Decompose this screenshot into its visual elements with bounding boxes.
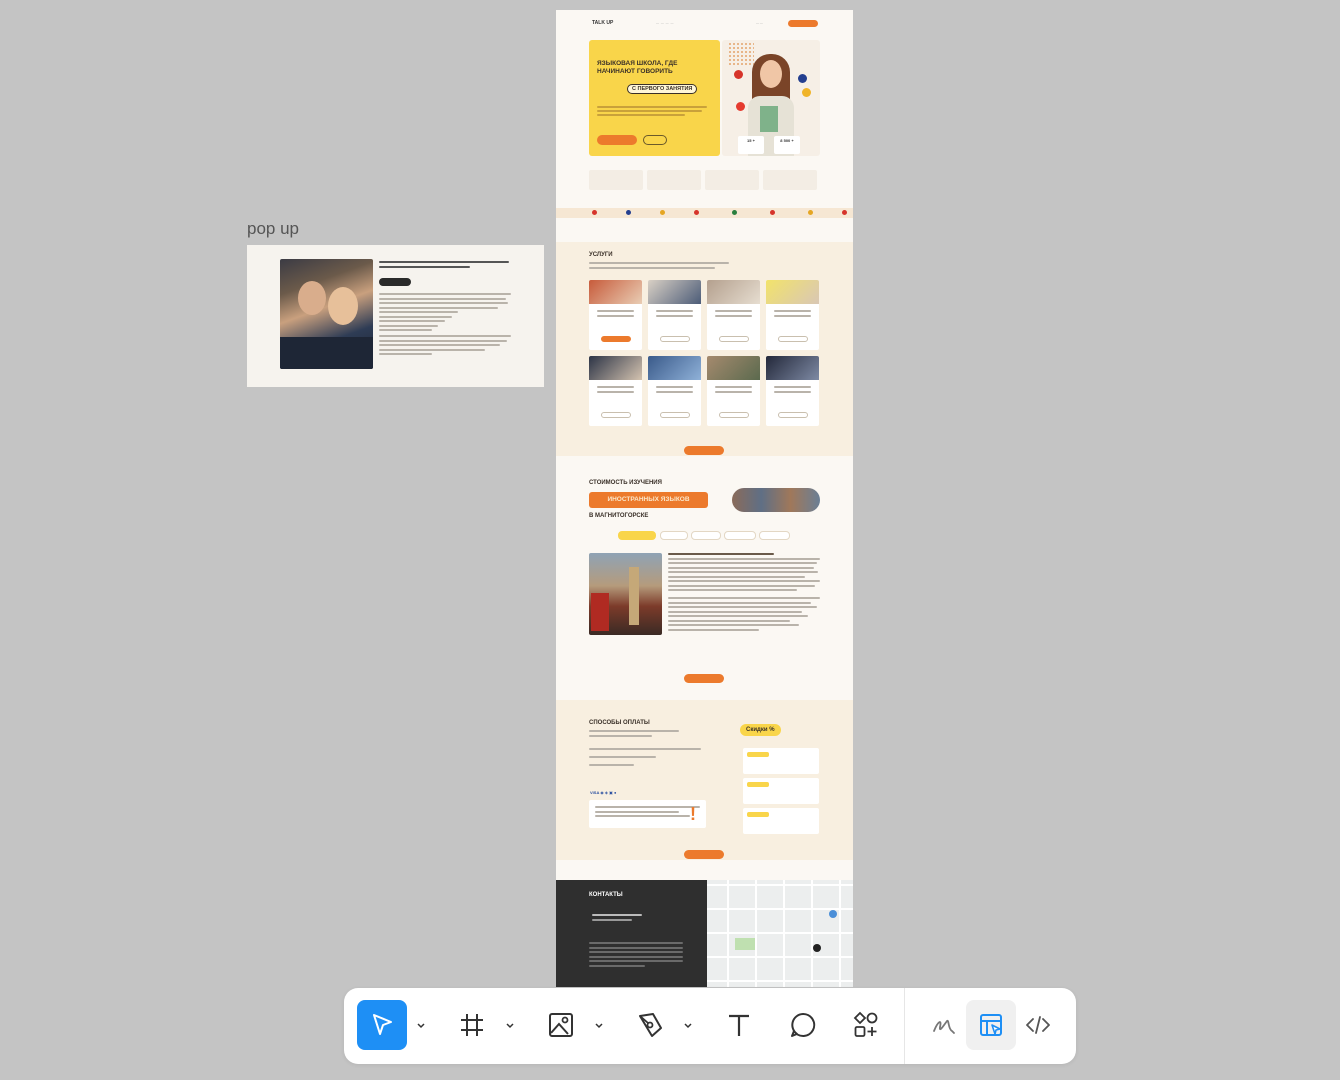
hero-card: Языковая школа, где начинают говорить с … — [589, 40, 720, 156]
chevron-down-icon[interactable] — [594, 1021, 604, 1031]
hero-stat-1: 15 + — [738, 136, 764, 154]
service-card — [766, 280, 819, 350]
exclamation-icon: ! — [690, 804, 696, 824]
landing-page-frame[interactable]: TALK UP — — — — — — Языковая школа, где … — [556, 10, 853, 987]
comment-tool[interactable] — [778, 1000, 828, 1050]
service-card — [589, 280, 642, 350]
price-city: в Магнитогорске — [589, 513, 649, 519]
price-highlight: иностранных языков — [589, 492, 708, 508]
hero-primary-button — [597, 135, 637, 145]
payment-section: Способы оплаты VISA ◉ ◈ ▣ ● Скидки % — [556, 700, 853, 860]
popup-body-text — [379, 293, 511, 358]
hero-subtitle — [597, 106, 707, 118]
popup-frame[interactable] — [247, 245, 544, 387]
chevron-down-icon[interactable] — [683, 1021, 693, 1031]
discount-label: Скидки % — [740, 724, 781, 736]
flag-icon — [798, 74, 807, 83]
services-title: Услуги — [589, 252, 613, 258]
price-title: Стоимость изучения — [589, 480, 662, 486]
flag-icon — [802, 88, 811, 97]
landing-nav-button — [788, 20, 818, 27]
service-card — [648, 280, 701, 350]
popup-button — [379, 278, 411, 286]
map-pin-icon — [813, 944, 821, 952]
payment-note — [589, 800, 706, 828]
payment-title: Способы оплаты — [589, 720, 650, 726]
hero-photo: 15 + 8 500 + — [722, 40, 820, 156]
price-cta-button — [684, 674, 724, 683]
contacts-title: Контакты — [589, 892, 623, 898]
discount-card — [743, 748, 819, 774]
service-card — [707, 356, 760, 426]
popup-photo — [280, 259, 373, 369]
flag-icon — [734, 70, 743, 79]
service-card — [707, 280, 760, 350]
payment-cta-button — [684, 850, 724, 859]
design-mode-icon — [980, 1014, 1002, 1036]
price-description — [668, 553, 820, 633]
squiggle-icon — [933, 1019, 955, 1034]
services-more-button — [684, 446, 724, 455]
service-card — [648, 356, 701, 426]
landing-nav: TALK UP — — — — — — — [556, 10, 853, 36]
toolbar-divider — [904, 988, 905, 1064]
hero-stat-2: 8 500 + — [774, 136, 800, 154]
move-tool[interactable] — [357, 1000, 407, 1050]
service-card — [766, 356, 819, 426]
hero-secondary-button — [643, 135, 667, 145]
text-icon — [729, 1014, 749, 1036]
image-tool[interactable] — [536, 1000, 586, 1050]
comment-icon — [791, 1012, 816, 1037]
chevron-down-icon[interactable] — [416, 1021, 426, 1031]
language-ticker — [556, 208, 853, 218]
landing-nav-phone: — — — [756, 21, 763, 25]
pen-icon — [639, 1013, 662, 1037]
frame-icon — [461, 1014, 483, 1036]
payment-logos: VISA ◉ ◈ ▣ ● — [590, 790, 617, 795]
services-section: Услуги — [556, 242, 853, 456]
popup-frame-label[interactable]: pop up — [247, 219, 299, 239]
dev-mode[interactable] — [1013, 1000, 1063, 1050]
design-canvas[interactable]: pop up TALK UP — — — — — — Языковая — [0, 0, 1340, 1080]
discount-card — [743, 778, 819, 804]
draw-mode[interactable] — [919, 1000, 969, 1050]
design-mode[interactable] — [966, 1000, 1016, 1050]
image-icon — [549, 1013, 573, 1037]
flag-icon — [736, 102, 745, 111]
map-embed — [707, 880, 853, 987]
code-icon — [1026, 1016, 1050, 1034]
contacts-section: Контакты — [556, 880, 707, 987]
frame-tool[interactable] — [447, 1000, 497, 1050]
london-photo — [589, 553, 662, 635]
price-photos — [732, 488, 820, 512]
components-tool[interactable] — [841, 1000, 891, 1050]
text-tool[interactable] — [714, 1000, 764, 1050]
language-tabs — [618, 531, 790, 540]
landing-logo: TALK UP — [592, 20, 614, 26]
popup-title — [379, 261, 509, 270]
service-card — [589, 356, 642, 426]
chevron-down-icon[interactable] — [505, 1021, 515, 1031]
pen-tool[interactable] — [625, 1000, 675, 1050]
feature-row — [589, 170, 820, 190]
cursor-icon — [373, 1014, 392, 1035]
hero-title: Языковая школа, где начинают говорить — [597, 60, 678, 75]
discount-card — [743, 808, 819, 834]
bottom-toolbar — [344, 988, 1076, 1064]
landing-nav-links: — — — — — [656, 21, 675, 25]
components-icon — [853, 1011, 878, 1037]
hero-pill: с первого занятия — [627, 84, 698, 94]
